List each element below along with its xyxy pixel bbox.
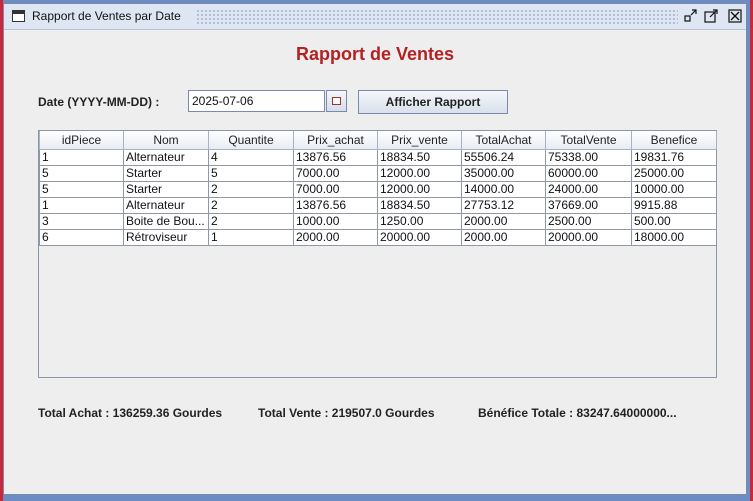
table-cell: 13876.56: [293, 149, 378, 166]
column-header-total-achat[interactable]: TotalAchat: [461, 131, 546, 150]
maximize-icon[interactable]: [704, 9, 718, 23]
column-header-prix-vente[interactable]: Prix_vente: [377, 131, 462, 150]
table-cell: 18000.00: [631, 229, 717, 246]
table-cell: 1000.00: [293, 213, 378, 230]
table-cell: Boite de Bou...: [123, 213, 209, 230]
table-cell: 2000.00: [461, 213, 546, 230]
total-benefice-label: Bénéfice Totale : 83247.64000000...: [478, 406, 677, 420]
table-cell: 9915.88: [631, 197, 717, 214]
table-cell: 6: [39, 229, 124, 246]
table-cell: 1: [208, 229, 294, 246]
table-cell: 20000.00: [545, 229, 632, 246]
table-cell: 19831.76: [631, 149, 717, 166]
table-cell: 4: [208, 149, 294, 166]
table-cell: 35000.00: [461, 165, 546, 182]
table-cell: 1: [39, 149, 124, 166]
table-cell: 5: [39, 165, 124, 182]
table-cell: Alternateur: [123, 149, 209, 166]
table-cell: Rétroviseur: [123, 229, 209, 246]
show-report-button[interactable]: Afficher Rapport: [358, 90, 508, 114]
table-cell: 5: [208, 165, 294, 182]
column-header-prix-achat[interactable]: Prix_achat: [293, 131, 378, 150]
total-vente-label: Total Vente : 219507.0 Gourdes: [258, 406, 435, 420]
minimize-icon[interactable]: [684, 9, 698, 23]
table-cell: 55506.24: [461, 149, 546, 166]
table-cell: 2500.00: [545, 213, 632, 230]
table-cell: Starter: [123, 165, 209, 182]
table-cell: 5: [39, 181, 124, 198]
table-cell: 13876.56: [293, 197, 378, 214]
table-row[interactable]: 1 Alternateur 2 13876.56 18834.50 27753.…: [39, 197, 717, 214]
table-cell: 25000.00: [631, 165, 717, 182]
column-header-total-vente[interactable]: TotalVente: [545, 131, 632, 150]
window-icon: [12, 10, 25, 22]
table-cell: 24000.00: [545, 181, 632, 198]
sales-table[interactable]: idPiece Nom Quantite Prix_achat Prix_ven…: [38, 130, 717, 378]
table-cell: 27753.12: [461, 197, 546, 214]
calendar-button[interactable]: [326, 90, 347, 112]
report-window: Rapport de Ventes par Date Rapport de Ve…: [3, 3, 747, 495]
title-bar[interactable]: Rapport de Ventes par Date: [4, 4, 746, 30]
table-cell: 2: [208, 213, 294, 230]
calendar-icon: [332, 97, 341, 105]
title-bar-grip: [196, 9, 678, 24]
table-cell: 2: [208, 181, 294, 198]
table-cell: 2: [208, 197, 294, 214]
table-row[interactable]: 1 Alternateur 4 13876.56 18834.50 55506.…: [39, 149, 717, 166]
table-cell: 18834.50: [377, 149, 462, 166]
table-cell: 500.00: [631, 213, 717, 230]
column-header-idpiece[interactable]: idPiece: [39, 131, 124, 150]
table-header-row: idPiece Nom Quantite Prix_achat Prix_ven…: [39, 131, 717, 150]
table-cell: 60000.00: [545, 165, 632, 182]
table-row[interactable]: 5 Starter 5 7000.00 12000.00 35000.00 60…: [39, 165, 717, 182]
table-row[interactable]: 6 Rétroviseur 1 2000.00 20000.00 2000.00…: [39, 229, 717, 246]
table-cell: 10000.00: [631, 181, 717, 198]
table-cell: 12000.00: [377, 181, 462, 198]
table-cell: 18834.50: [377, 197, 462, 214]
column-header-quantite[interactable]: Quantite: [208, 131, 294, 150]
table-cell: 3: [39, 213, 124, 230]
table-cell: 2000.00: [461, 229, 546, 246]
table-cell: 2000.00: [293, 229, 378, 246]
report-heading: Rapport de Ventes: [295, 44, 455, 64]
table-cell: 7000.00: [293, 165, 378, 182]
close-icon[interactable]: [728, 9, 742, 23]
table-cell: Alternateur: [123, 197, 209, 214]
table-cell: 37669.00: [545, 197, 632, 214]
total-achat-label: Total Achat : 136259.36 Gourdes: [38, 406, 223, 420]
date-field[interactable]: 2025-07-06: [188, 90, 325, 112]
table-cell: 7000.00: [293, 181, 378, 198]
column-header-benefice[interactable]: Benefice: [631, 131, 717, 150]
table-cell: 20000.00: [377, 229, 462, 246]
table-cell: 14000.00: [461, 181, 546, 198]
window-title: Rapport de Ventes par Date: [32, 9, 181, 23]
table-cell: 75338.00: [545, 149, 632, 166]
table-row[interactable]: 5 Starter 2 7000.00 12000.00 14000.00 24…: [39, 181, 717, 198]
column-header-nom[interactable]: Nom: [123, 131, 209, 150]
table-row[interactable]: 3 Boite de Bou... 2 1000.00 1250.00 2000…: [39, 213, 717, 230]
table-cell: 1250.00: [377, 213, 462, 230]
table-cell: 12000.00: [377, 165, 462, 182]
date-label: Date (YYYY-MM-DD) :: [38, 95, 160, 109]
table-cell: Starter: [123, 181, 209, 198]
table-cell: 1: [39, 197, 124, 214]
